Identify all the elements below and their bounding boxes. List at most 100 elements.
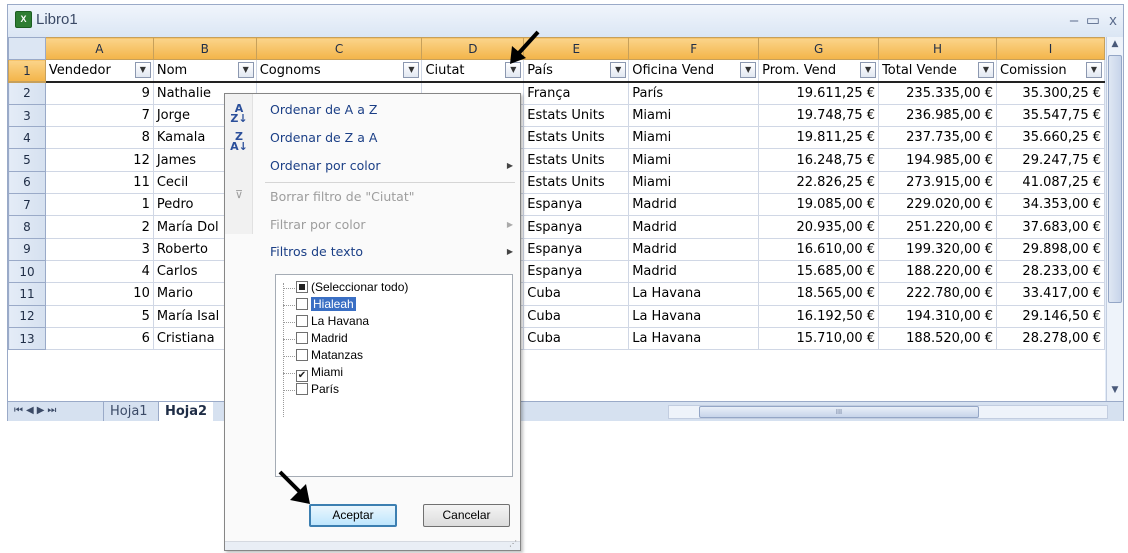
filter-dropdown-button[interactable]: ▼ <box>237 62 254 79</box>
cell-g[interactable]: 20.935,00 € <box>758 215 880 239</box>
cell-h[interactable]: 188.520,00 € <box>878 326 997 351</box>
cell-e[interactable]: Estats Units <box>523 126 630 150</box>
cell-a[interactable]: 3 <box>44 237 154 261</box>
checkbox[interactable] <box>296 383 308 395</box>
resize-grip[interactable]: ⋰ <box>225 539 520 550</box>
cell-i[interactable]: 28.278,00 € <box>996 326 1105 351</box>
resize-grip-icon[interactable]: ⋰ <box>509 539 517 548</box>
sort-a-z-item[interactable]: Ordenar de A a Z <box>255 99 517 121</box>
cell-a[interactable]: 9 <box>44 81 154 105</box>
filter-value-item[interactable]: (Seleccionar todo) <box>296 279 408 296</box>
scroll-up-icon[interactable]: ▲ <box>1109 39 1121 51</box>
sheet-navigation-icons[interactable]: ⏮◀▶⏭ <box>14 405 59 416</box>
column-header-c[interactable]: C <box>255 37 423 61</box>
cell-h[interactable]: 236.985,00 € <box>878 103 997 128</box>
close-icon[interactable]: x <box>1102 11 1124 31</box>
row-header[interactable]: 4 <box>8 126 46 150</box>
column-header-a[interactable]: A <box>44 37 154 61</box>
row-header[interactable]: 6 <box>8 170 46 195</box>
cell-f[interactable]: Miami <box>628 170 760 195</box>
cell-a[interactable]: 12 <box>44 148 154 172</box>
sort-z-a-item[interactable]: Ordenar de Z a A <box>255 127 517 149</box>
cell-i[interactable]: 34.353,00 € <box>996 193 1105 217</box>
cell-i[interactable]: 35.547,75 € <box>996 103 1105 128</box>
cell-f[interactable]: Madrid <box>628 193 760 217</box>
cell-i[interactable]: 29.247,75 € <box>996 148 1105 172</box>
cell-i[interactable]: 41.087,25 € <box>996 170 1105 195</box>
column-header-h[interactable]: H <box>878 37 997 61</box>
cell-e[interactable]: Estats Units <box>523 170 630 195</box>
cancel-button[interactable]: Cancelar <box>423 504 510 527</box>
cell-a[interactable]: 10 <box>44 282 154 306</box>
cell-e[interactable]: Espanya <box>523 259 630 284</box>
cell-g[interactable]: 16.192,50 € <box>758 304 880 328</box>
row-header[interactable]: 3 <box>8 103 46 128</box>
row-header[interactable]: 11 <box>8 282 46 306</box>
filter-value-item[interactable]: París <box>296 381 339 398</box>
cell-f[interactable]: Madrid <box>628 259 760 284</box>
row-header[interactable]: 1 <box>8 59 46 84</box>
row-header[interactable]: 9 <box>8 237 46 261</box>
text-filters-item[interactable]: Filtros de texto ▶ <box>255 241 517 263</box>
cell-g[interactable]: 15.685,00 € <box>758 259 880 284</box>
column-header-b[interactable]: B <box>152 37 257 61</box>
filter-value-item[interactable]: Hialeah <box>296 296 356 313</box>
filter-dropdown-button[interactable]: ▼ <box>978 62 994 79</box>
cell-i[interactable]: 29.898,00 € <box>996 237 1105 261</box>
filter-dropdown-button[interactable]: ▼ <box>403 62 420 79</box>
vertical-scrollbar[interactable]: ▲ ▼ <box>1106 37 1123 401</box>
cell-g[interactable]: 15.710,00 € <box>758 326 880 351</box>
cell-f[interactable]: París <box>628 81 760 105</box>
cell-h[interactable]: 229.020,00 € <box>878 193 997 217</box>
sheet-tab-hoja1[interactable]: Hoja1 <box>103 402 154 421</box>
filter-value-item[interactable]: La Havana <box>296 313 369 330</box>
cell-i[interactable]: 28.233,00 € <box>996 259 1105 284</box>
row-header[interactable]: 12 <box>8 304 46 328</box>
scroll-thumb[interactable] <box>1108 55 1122 303</box>
cell-h[interactable]: 222.780,00 € <box>878 282 997 306</box>
cell-g[interactable]: 19.748,75 € <box>758 103 880 128</box>
cell-a[interactable]: 11 <box>44 170 154 195</box>
column-header-g[interactable]: G <box>758 37 880 61</box>
cell-i[interactable]: 29.146,50 € <box>996 304 1105 328</box>
cell-g[interactable]: 22.826,25 € <box>758 170 880 195</box>
row-header[interactable]: 2 <box>8 81 46 105</box>
filter-values-list[interactable]: (Seleccionar todo) Hialeah La Havana Madrid… <box>275 274 513 477</box>
header-cell-vendedor[interactable]: Vendedor ▼ <box>44 59 154 84</box>
cell-f[interactable]: La Havana <box>628 304 760 328</box>
cell-a[interactable]: 2 <box>44 215 154 239</box>
filter-value-item[interactable]: ✔ Miami <box>296 364 343 382</box>
cell-a[interactable]: 8 <box>44 126 154 150</box>
cell-e[interactable]: Cuba <box>523 282 630 306</box>
checkbox[interactable] <box>296 298 308 310</box>
cell-h[interactable]: 194.985,00 € <box>878 148 997 172</box>
cell-f[interactable]: Miami <box>628 148 760 172</box>
header-cell-oficina[interactable]: Oficina Vend ▼ <box>628 59 760 84</box>
cell-i[interactable]: 37.683,00 € <box>996 215 1105 239</box>
cell-f[interactable]: La Havana <box>628 282 760 306</box>
cell-g[interactable]: 19.811,25 € <box>758 126 880 150</box>
cell-i[interactable]: 35.300,25 € <box>996 81 1105 105</box>
cell-g[interactable]: 16.248,75 € <box>758 148 880 172</box>
column-header-i[interactable]: I <box>996 37 1105 61</box>
cell-a[interactable]: 5 <box>44 304 154 328</box>
filter-dropdown-button[interactable]: ▼ <box>860 62 877 79</box>
horizontal-scrollbar[interactable]: III <box>668 405 1108 419</box>
cell-g[interactable]: 19.085,00 € <box>758 193 880 217</box>
cell-a[interactable]: 4 <box>44 259 154 284</box>
header-cell-nom[interactable]: Nom ▼ <box>152 59 257 84</box>
row-header[interactable]: 7 <box>8 193 46 217</box>
cell-f[interactable]: Madrid <box>628 215 760 239</box>
cell-g[interactable]: 19.611,25 € <box>758 81 880 105</box>
scroll-thumb[interactable]: III <box>699 406 979 418</box>
cell-h[interactable]: 237.735,00 € <box>878 126 997 150</box>
checkbox[interactable] <box>296 315 308 327</box>
header-cell-prom-vend[interactable]: Prom. Vend ▼ <box>758 59 880 84</box>
sort-by-color-item[interactable]: Ordenar por color ▶ <box>255 155 517 177</box>
sheet-tab-hoja2[interactable]: Hoja2 <box>158 402 214 421</box>
cell-h[interactable]: 199.320,00 € <box>878 237 997 261</box>
cell-g[interactable]: 16.610,00 € <box>758 237 880 261</box>
filter-value-item[interactable]: Matanzas <box>296 347 363 364</box>
cell-h[interactable]: 188.220,00 € <box>878 259 997 284</box>
filter-dropdown-button[interactable]: ▼ <box>610 62 627 79</box>
